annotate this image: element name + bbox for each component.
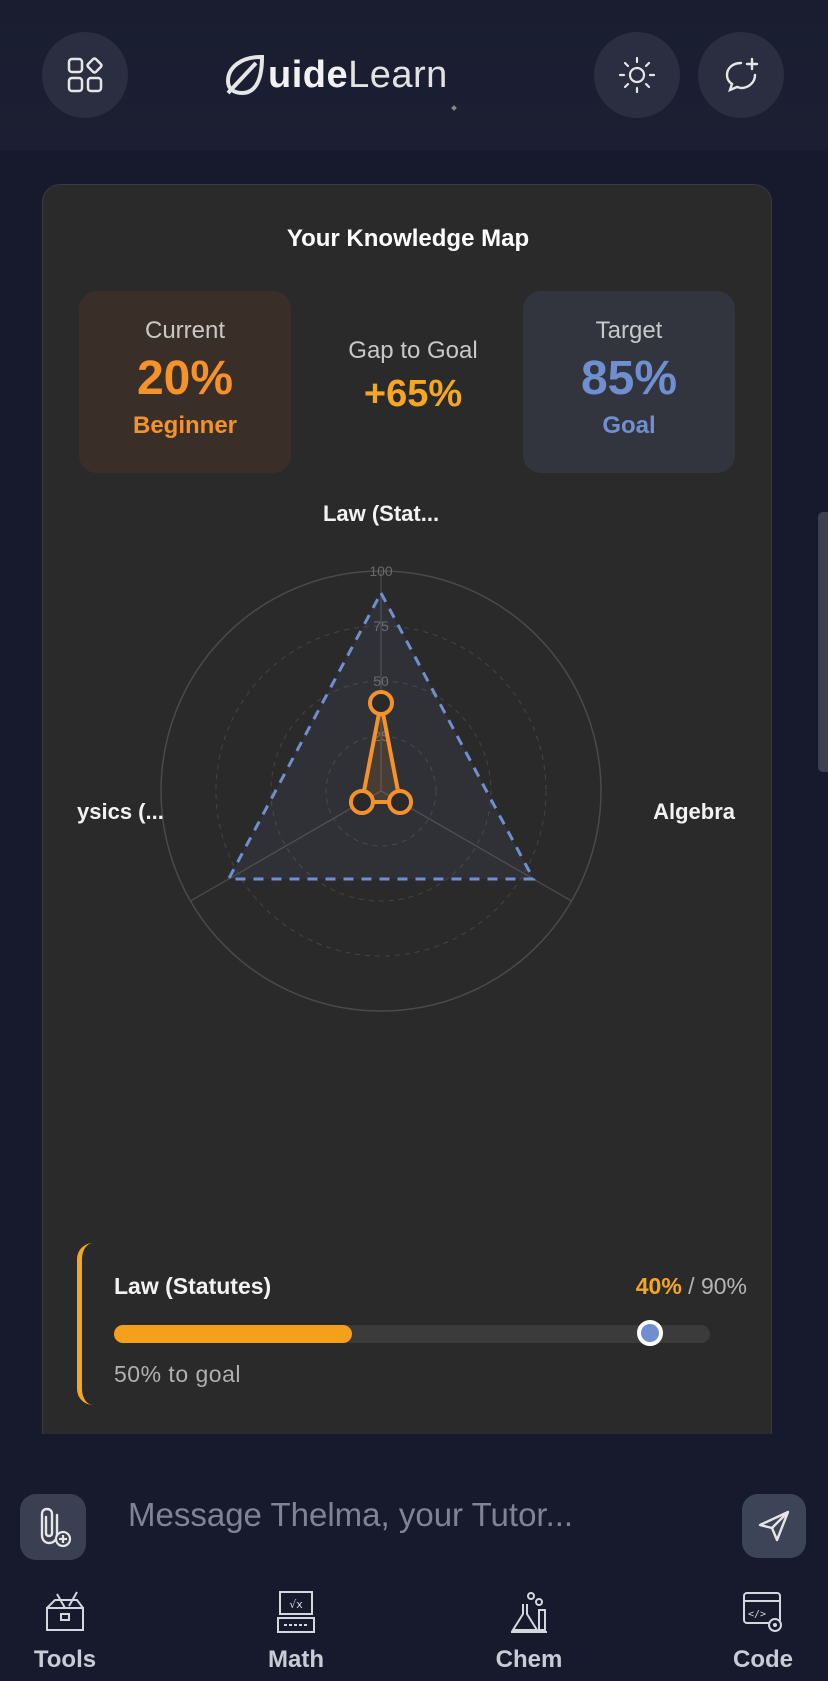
radar-chart: 255075100 Law (Stat...Algebraysics (... [77, 501, 736, 1012]
radar-axis-label: ysics (... [77, 799, 164, 824]
radar-current-point [368, 690, 394, 716]
app-logo: uide Learn [222, 50, 448, 100]
flask-icon [511, 1592, 547, 1633]
subject-progress-item[interactable]: Law (Statutes) 40% / 90% 50% to goal [77, 1243, 757, 1405]
current-value: 20% [136, 352, 234, 405]
card-title: Your Knowledge Map [286, 225, 530, 252]
subject-goal-pct: 90% [700, 1273, 747, 1299]
target-value: 85% [580, 352, 678, 405]
nav-tools[interactable]: Tools [5, 1590, 125, 1674]
apps-grid-icon [67, 57, 103, 93]
bottom-nav: Tools √x Math Chem </> Code [0, 1590, 828, 1681]
gap-value: +65% [363, 373, 463, 415]
target-label: Target [595, 317, 663, 344]
message-composer [0, 1434, 828, 1564]
radar-axis-label: Algebra [653, 799, 736, 824]
toolbox-icon [46, 1591, 84, 1631]
logo-sparkle [451, 105, 457, 111]
gap-to-goal: Gap to Goal +65% [313, 337, 513, 416]
nav-label-tools: Tools [33, 1646, 97, 1673]
send-icon [758, 1510, 790, 1542]
nav-code[interactable]: </> Code [703, 1590, 823, 1674]
nav-label-chem: Chem [495, 1646, 563, 1673]
pct-separator: / [688, 1273, 695, 1299]
progress-hint: 50% to goal [114, 1361, 241, 1387]
progress-fill [114, 1325, 353, 1343]
svg-text:</>: </> [748, 1609, 766, 1620]
goal-marker [637, 1320, 664, 1346]
leaf-logo-icon [225, 55, 265, 96]
send-button[interactable] [742, 1494, 806, 1558]
current-level: Beginner [132, 412, 237, 439]
apps-menu-button[interactable] [42, 32, 128, 118]
nav-math[interactable]: √x Math [236, 1590, 356, 1674]
gap-label: Gap to Goal [348, 337, 478, 364]
scrollbar[interactable] [818, 512, 828, 772]
app-header: uide Learn [0, 0, 828, 150]
new-chat-icon [725, 57, 759, 93]
sun-icon [618, 56, 656, 94]
knowledge-map-card: Your Knowledge Map Current 20% Beginner … [42, 184, 772, 1434]
nav-label-math: Math [268, 1646, 324, 1673]
subject-name: Law (Statutes) [114, 1273, 272, 1299]
subject-percentages: 40% / 90% [636, 1273, 747, 1300]
progress-track [114, 1320, 710, 1346]
radar-tick-label: 100 [369, 563, 393, 579]
radar-axis-label: Law (Stat... [323, 501, 439, 526]
svg-text:√x: √x [289, 1598, 303, 1611]
target-sub: Goal [602, 412, 656, 439]
logo-text-light: Learn [348, 53, 448, 96]
subject-current-pct: 40% [635, 1273, 682, 1299]
current-level-box: Current 20% Beginner [79, 291, 291, 473]
code-icon: </> [743, 1592, 782, 1632]
radar-current-point [387, 789, 414, 815]
target-level-box: Target 85% Goal [523, 291, 735, 473]
logo-text-bold: uide [268, 53, 349, 96]
current-label: Current [144, 317, 226, 344]
paperclip-add-icon [40, 1507, 72, 1548]
attach-button[interactable] [20, 1494, 86, 1560]
message-input[interactable] [128, 1490, 688, 1540]
radar-current-point [348, 789, 375, 815]
nav-chem[interactable]: Chem [469, 1590, 589, 1674]
theme-toggle-button[interactable] [594, 32, 680, 118]
nav-label-code: Code [733, 1646, 793, 1673]
calculator-icon: √x [277, 1591, 315, 1633]
new-chat-button[interactable] [698, 32, 784, 118]
